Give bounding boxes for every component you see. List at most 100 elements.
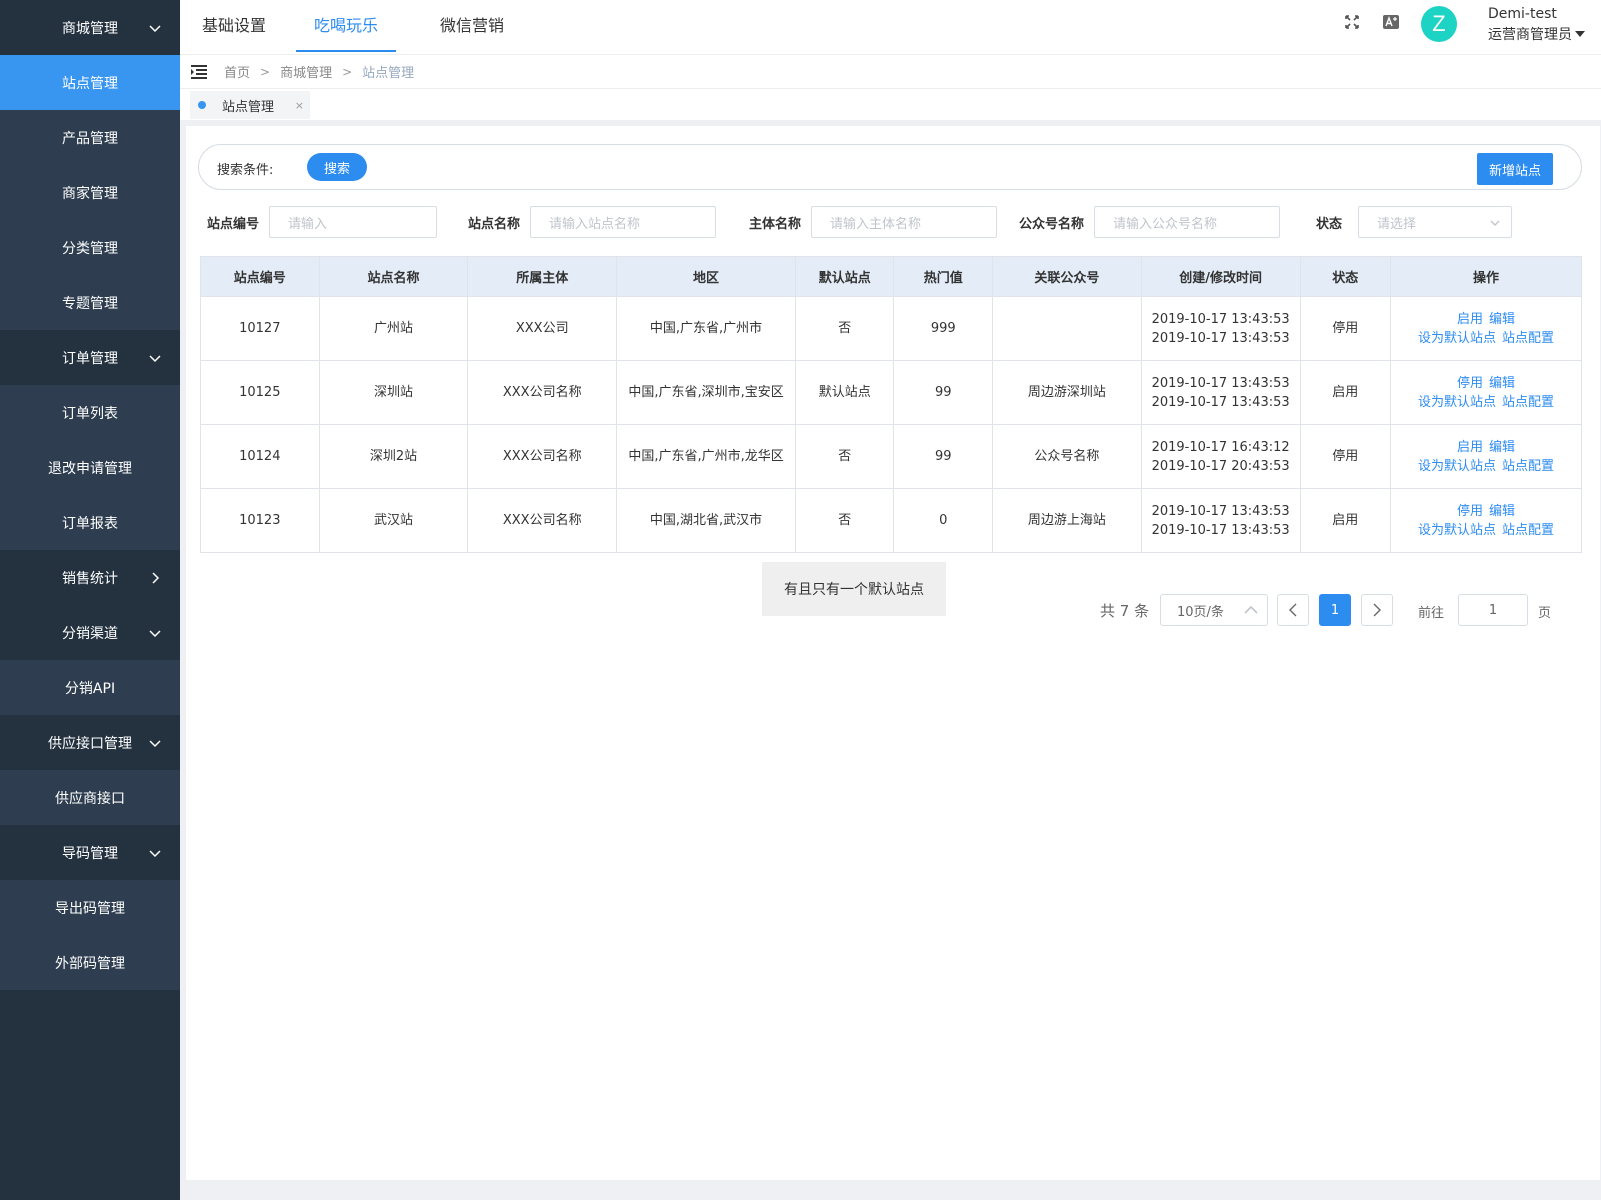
site-no-input[interactable]: 请输入: [269, 206, 438, 238]
edit-link[interactable]: 编辑: [1489, 312, 1515, 327]
sidebar-item-mall-management[interactable]: 商城管理: [0, 0, 180, 55]
sidebar-item-label: 订单管理: [62, 350, 118, 367]
sidebar-item-order-list[interactable]: 订单列表: [0, 385, 180, 440]
user-role-dropdown[interactable]: 运营商管理员: [1488, 24, 1585, 44]
filter-site-no-label: 站点编号: [207, 216, 260, 232]
font-size-icon[interactable]: [1382, 13, 1400, 31]
filter-status: 状态 请选择: [1316, 206, 1513, 238]
page-tab-site-management[interactable]: 站点管理 ×: [190, 91, 310, 119]
operations-line: 启用 编辑: [1391, 310, 1581, 329]
avatar[interactable]: Z: [1421, 6, 1457, 42]
add-site-button[interactable]: 新增站点: [1477, 153, 1553, 185]
created-time: 2019-10-17 13:43:53: [1151, 375, 1290, 391]
sidebar-item-order-management[interactable]: 订单管理: [0, 330, 180, 385]
page-tabs-bar: 站点管理 ×: [180, 88, 1601, 120]
linked-account-cell: 周边游上海站: [991, 488, 1142, 553]
sidebar-item-label: 订单列表: [62, 405, 118, 422]
page-suffix-label: 页: [1538, 606, 1552, 621]
chevron-left-icon: [1289, 603, 1297, 617]
sidebar-item-distribution-api[interactable]: 分销API: [0, 660, 180, 715]
sidebar-item-label: 供应商接口: [55, 790, 125, 807]
top-bar: 基础设置 吃喝玩乐 微信营销 Z Demi-test 运营商管理员: [180, 0, 1601, 54]
set-default-link[interactable]: 设为默认站点: [1418, 523, 1496, 538]
site-config-link[interactable]: 站点配置: [1502, 395, 1554, 410]
page-button-current[interactable]: 1: [1319, 594, 1351, 626]
site-name-cell: 深圳站: [318, 360, 469, 425]
operations-line: 停用 编辑: [1391, 374, 1581, 393]
set-default-link[interactable]: 设为默认站点: [1418, 459, 1496, 474]
sidebar-item-label: 产品管理: [62, 130, 118, 147]
site-config-link[interactable]: 站点配置: [1502, 459, 1554, 474]
site-config-link[interactable]: 站点配置: [1502, 523, 1554, 538]
top-tab-basic-settings[interactable]: 基础设置: [184, 0, 284, 52]
set-default-link[interactable]: 设为默认站点: [1418, 331, 1496, 346]
chevron-right-icon: [148, 571, 162, 585]
sidebar-item-topic-management[interactable]: 专题管理: [0, 275, 180, 330]
sidebar-item-site-management[interactable]: 站点管理: [0, 55, 180, 110]
edit-link[interactable]: 编辑: [1489, 440, 1515, 455]
toggle-status-link[interactable]: 停用: [1457, 504, 1483, 519]
default-site-notice: 有且只有一个默认站点: [762, 562, 946, 616]
filter-entity-label: 主体名称: [749, 216, 802, 232]
page-tab-label: 站点管理: [222, 99, 275, 115]
region-cell: 中国,广东省,广州市: [616, 296, 796, 361]
column-header: 关联公众号: [991, 256, 1142, 297]
sidebar-item-sales-statistics[interactable]: 销售统计: [0, 550, 180, 605]
chevron-down-icon: [148, 736, 162, 750]
status-select[interactable]: 请选择: [1358, 206, 1513, 238]
sidebar-item-order-report[interactable]: 订单报表: [0, 495, 180, 550]
chevron-down-icon: [148, 626, 162, 640]
toggle-status-link[interactable]: 启用: [1457, 312, 1483, 327]
sidebar-item-merchant-management[interactable]: 商家管理: [0, 165, 180, 220]
status-select-placeholder: 请选择: [1377, 216, 1417, 232]
site-no-cell: 10123: [200, 488, 320, 553]
sidebar-item-external-code-management[interactable]: 外部码管理: [0, 935, 180, 990]
sidebar-item-distribution-channel[interactable]: 分销渠道: [0, 605, 180, 660]
account-name-input[interactable]: 请输入公众号名称: [1094, 206, 1281, 238]
region-cell: 中国,广东省,深圳市,宝安区: [616, 360, 796, 425]
set-default-link[interactable]: 设为默认站点: [1418, 395, 1496, 410]
top-tab-wechat-marketing[interactable]: 微信营销: [422, 0, 522, 52]
goto-page-input[interactable]: 1: [1458, 594, 1528, 626]
status-cell: 停用: [1299, 424, 1391, 489]
edit-link[interactable]: 编辑: [1489, 504, 1515, 519]
sidebar-item-code-management[interactable]: 导码管理: [0, 825, 180, 880]
fullscreen-icon[interactable]: [1343, 13, 1361, 31]
sidebar-item-category-management[interactable]: 分类管理: [0, 220, 180, 275]
table-row: 10124 深圳2站 XXX公司名称 中国,广东省,广州市,龙华区否 99 公众号名称 20…: [200, 424, 1583, 489]
filter-site-no: 站点编号 请输入: [207, 206, 438, 238]
site-config-link[interactable]: 站点配置: [1502, 331, 1554, 346]
breadcrumb-home[interactable]: 首页: [224, 62, 250, 81]
breadcrumb-section[interactable]: 商城管理: [280, 62, 332, 81]
sidebar-item-product-management[interactable]: 产品管理: [0, 110, 180, 165]
breadcrumb-separator: >: [342, 64, 353, 79]
entity-name-input[interactable]: 请输入主体名称: [811, 206, 998, 238]
top-tab-food-fun[interactable]: 吃喝玩乐: [296, 0, 397, 52]
entity-cell: XXX公司名称: [467, 488, 618, 553]
operations-line: 设为默认站点 站点配置: [1391, 521, 1581, 540]
sidebar-item-label: 分销渠道: [62, 625, 118, 642]
sidebar-item-export-code-management[interactable]: 导出码管理: [0, 880, 180, 935]
sidebar-item-supply-interface-management[interactable]: 供应接口管理: [0, 715, 180, 770]
sidebar-item-label: 商城管理: [62, 20, 118, 37]
toggle-status-link[interactable]: 启用: [1457, 440, 1483, 455]
search-button[interactable]: 搜索: [307, 153, 367, 181]
menu-collapse-icon[interactable]: [190, 64, 208, 79]
sidebar-item-label: 销售统计: [62, 570, 118, 587]
status-cell: 启用: [1299, 488, 1391, 553]
next-page-button[interactable]: [1361, 594, 1393, 626]
sidebar-item-refund-request-management[interactable]: 退改申请管理: [0, 440, 180, 495]
close-icon[interactable]: ×: [295, 99, 304, 112]
page-size-select[interactable]: 10页/条: [1160, 594, 1268, 626]
toggle-status-link[interactable]: 停用: [1457, 376, 1483, 391]
prev-page-button[interactable]: [1277, 594, 1309, 626]
site-name-input[interactable]: 请输入站点名称: [530, 206, 717, 238]
filter-site-name: 站点名称 请输入站点名称: [468, 206, 717, 238]
operations-line: 设为默认站点 站点配置: [1391, 457, 1581, 476]
operations-cell: 停用 编辑设为默认站点 站点配置: [1389, 488, 1583, 553]
chevron-right-icon: [1373, 603, 1381, 617]
default-site-cell: 默认站点: [794, 360, 895, 425]
edit-link[interactable]: 编辑: [1489, 376, 1515, 391]
hot-value-cell: 99: [893, 360, 993, 425]
sidebar-item-supplier-interface[interactable]: 供应商接口: [0, 770, 180, 825]
